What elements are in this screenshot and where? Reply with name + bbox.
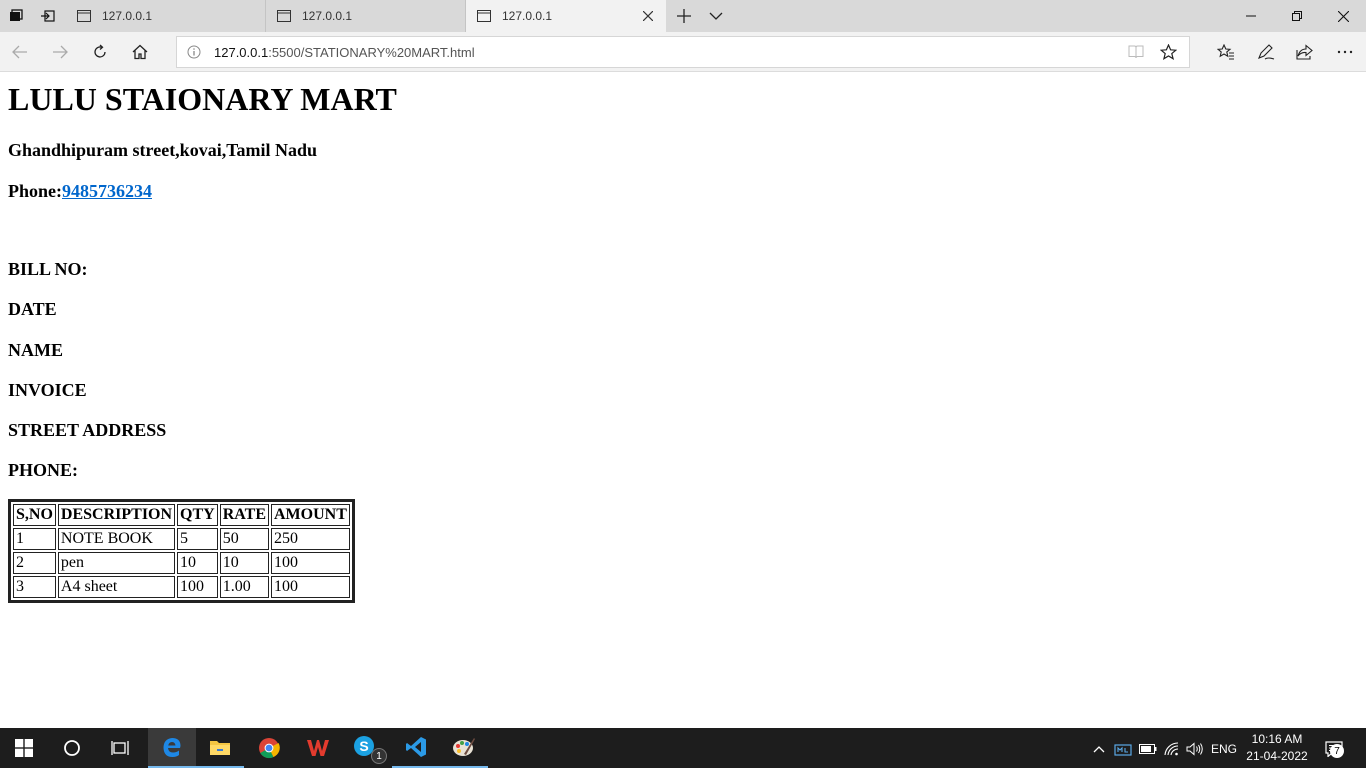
- reading-view-icon[interactable]: [1128, 45, 1144, 64]
- notification-count-badge: 7: [1330, 744, 1344, 758]
- cell-qty: 5: [177, 528, 218, 550]
- cell-amount: 100: [270, 576, 350, 598]
- close-window-button[interactable]: [1320, 0, 1366, 32]
- browser-tab-1[interactable]: 127.0.0.1: [66, 0, 266, 32]
- cell-description: NOTE BOOK: [57, 528, 176, 550]
- volume-icon[interactable]: [1185, 740, 1205, 758]
- tab-title: 127.0.0.1: [102, 9, 153, 23]
- refresh-button[interactable]: [88, 40, 112, 64]
- tabs-aside-icon[interactable]: [38, 6, 58, 26]
- chrome-icon[interactable]: [245, 728, 293, 768]
- onedrive-tray-icon[interactable]: [1113, 740, 1133, 758]
- phone-field-label: PHONE:: [8, 460, 78, 480]
- table-row: 3 A4 sheet 100 1.00 100: [13, 576, 350, 598]
- column-header-qty: QTY: [177, 504, 218, 526]
- file-explorer-icon[interactable]: [196, 728, 244, 768]
- date-label: DATE: [8, 299, 57, 319]
- language-indicator[interactable]: ENG: [1210, 740, 1238, 758]
- cell-sno: 3: [13, 576, 56, 598]
- cell-amount: 250: [270, 528, 350, 550]
- wps-office-icon[interactable]: [294, 728, 342, 768]
- tab-title: 127.0.0.1: [502, 9, 553, 23]
- phone-label: Phone:: [8, 181, 62, 201]
- shop-address: Ghandhipuram street,kovai,Tamil Nadu: [8, 140, 318, 160]
- address-bar[interactable]: 127.0.0.1:5500/STATIONARY%20MART.html: [176, 36, 1190, 68]
- column-header-description: DESCRIPTION: [57, 504, 176, 526]
- page-content: LULU STAIONARY MART Ghandhipuram street,…: [0, 73, 1366, 728]
- back-button[interactable]: [8, 40, 32, 64]
- vscode-icon[interactable]: [392, 728, 440, 768]
- shop-name-heading: LULU STAIONARY MART: [8, 81, 397, 117]
- shop-phone: Phone:9485736234: [8, 181, 152, 202]
- paint-icon[interactable]: [440, 728, 488, 768]
- new-tab-icon[interactable]: [674, 6, 694, 26]
- battery-icon[interactable]: [1138, 740, 1158, 758]
- browser-toolbar: 127.0.0.1:5500/STATIONARY%20MART.html: [0, 32, 1366, 72]
- favorite-star-icon[interactable]: [1159, 43, 1178, 65]
- skype-icon[interactable]: S 1: [343, 728, 391, 768]
- clock-time: 10:16 AM: [1251, 732, 1303, 746]
- show-hidden-icons-chevron-icon[interactable]: [1090, 740, 1108, 758]
- table-header-row: S,NO DESCRIPTION QTY RATE AMOUNT: [13, 504, 350, 526]
- skype-badge: 1: [371, 748, 387, 764]
- page-icon: [276, 8, 292, 24]
- cell-rate: 10: [219, 552, 269, 574]
- page-icon: [76, 8, 92, 24]
- wifi-icon[interactable]: [1162, 740, 1182, 758]
- url-host: 127.0.0.1: [214, 45, 269, 60]
- street-address-label: STREET ADDRESS: [8, 420, 167, 440]
- cell-rate: 1.00: [219, 576, 269, 598]
- page-icon: [476, 8, 492, 24]
- cell-description: A4 sheet: [57, 576, 176, 598]
- phone-link[interactable]: 9485736234: [62, 181, 152, 201]
- cell-qty: 100: [177, 576, 218, 598]
- task-view-icon[interactable]: [96, 728, 144, 768]
- table-row: 1 NOTE BOOK 5 50 250: [13, 528, 350, 550]
- set-aside-tabs-icon[interactable]: [6, 6, 26, 26]
- table-row: 2 pen 10 10 100: [13, 552, 350, 574]
- cell-qty: 10: [177, 552, 218, 574]
- more-menu-icon[interactable]: [1333, 40, 1357, 64]
- start-button[interactable]: [0, 728, 48, 768]
- edge-browser-icon[interactable]: [148, 728, 196, 768]
- column-header-rate: RATE: [219, 504, 269, 526]
- share-icon[interactable]: [1293, 40, 1317, 64]
- cell-description: pen: [57, 552, 176, 574]
- name-label: NAME: [8, 340, 63, 360]
- cell-sno: 2: [13, 552, 56, 574]
- cell-amount: 100: [270, 552, 350, 574]
- windows-taskbar: S 1 ENG 10:16 AM 21-04-2022 7: [0, 728, 1366, 768]
- svg-text:S: S: [359, 738, 368, 754]
- minimize-button[interactable]: [1228, 0, 1274, 32]
- url-path: :5500/STATIONARY%20MART.html: [268, 45, 475, 60]
- restore-button[interactable]: [1274, 0, 1320, 32]
- url-text[interactable]: 127.0.0.1:5500/STATIONARY%20MART.html: [214, 45, 475, 60]
- cell-rate: 50: [219, 528, 269, 550]
- search-cortana-icon[interactable]: [48, 728, 96, 768]
- tab-preview-chevron-icon[interactable]: [706, 6, 726, 26]
- info-icon[interactable]: [187, 45, 201, 64]
- bill-items-table: S,NO DESCRIPTION QTY RATE AMOUNT 1 NOTE …: [8, 499, 355, 603]
- close-tab-icon[interactable]: [640, 8, 656, 24]
- invoice-label: INVOICE: [8, 380, 87, 400]
- action-center-icon[interactable]: 7: [1322, 740, 1346, 758]
- browser-tab-3-active[interactable]: 127.0.0.1: [466, 0, 666, 32]
- forward-button[interactable]: [48, 40, 72, 64]
- browser-tab-2[interactable]: 127.0.0.1: [266, 0, 466, 32]
- favorites-hub-icon[interactable]: [1214, 40, 1238, 64]
- browser-tab-strip: 127.0.0.1 127.0.0.1 127.0.0.1: [0, 0, 1366, 32]
- cell-sno: 1: [13, 528, 56, 550]
- clock-date: 21-04-2022: [1246, 749, 1308, 763]
- column-header-sno: S,NO: [13, 504, 56, 526]
- bill-no-label: BILL NO:: [8, 259, 88, 279]
- home-button[interactable]: [128, 40, 152, 64]
- tab-title: 127.0.0.1: [302, 9, 353, 23]
- system-clock[interactable]: 10:16 AM 21-04-2022: [1244, 731, 1310, 765]
- column-header-amount: AMOUNT: [270, 504, 350, 526]
- web-note-pen-icon[interactable]: [1254, 40, 1278, 64]
